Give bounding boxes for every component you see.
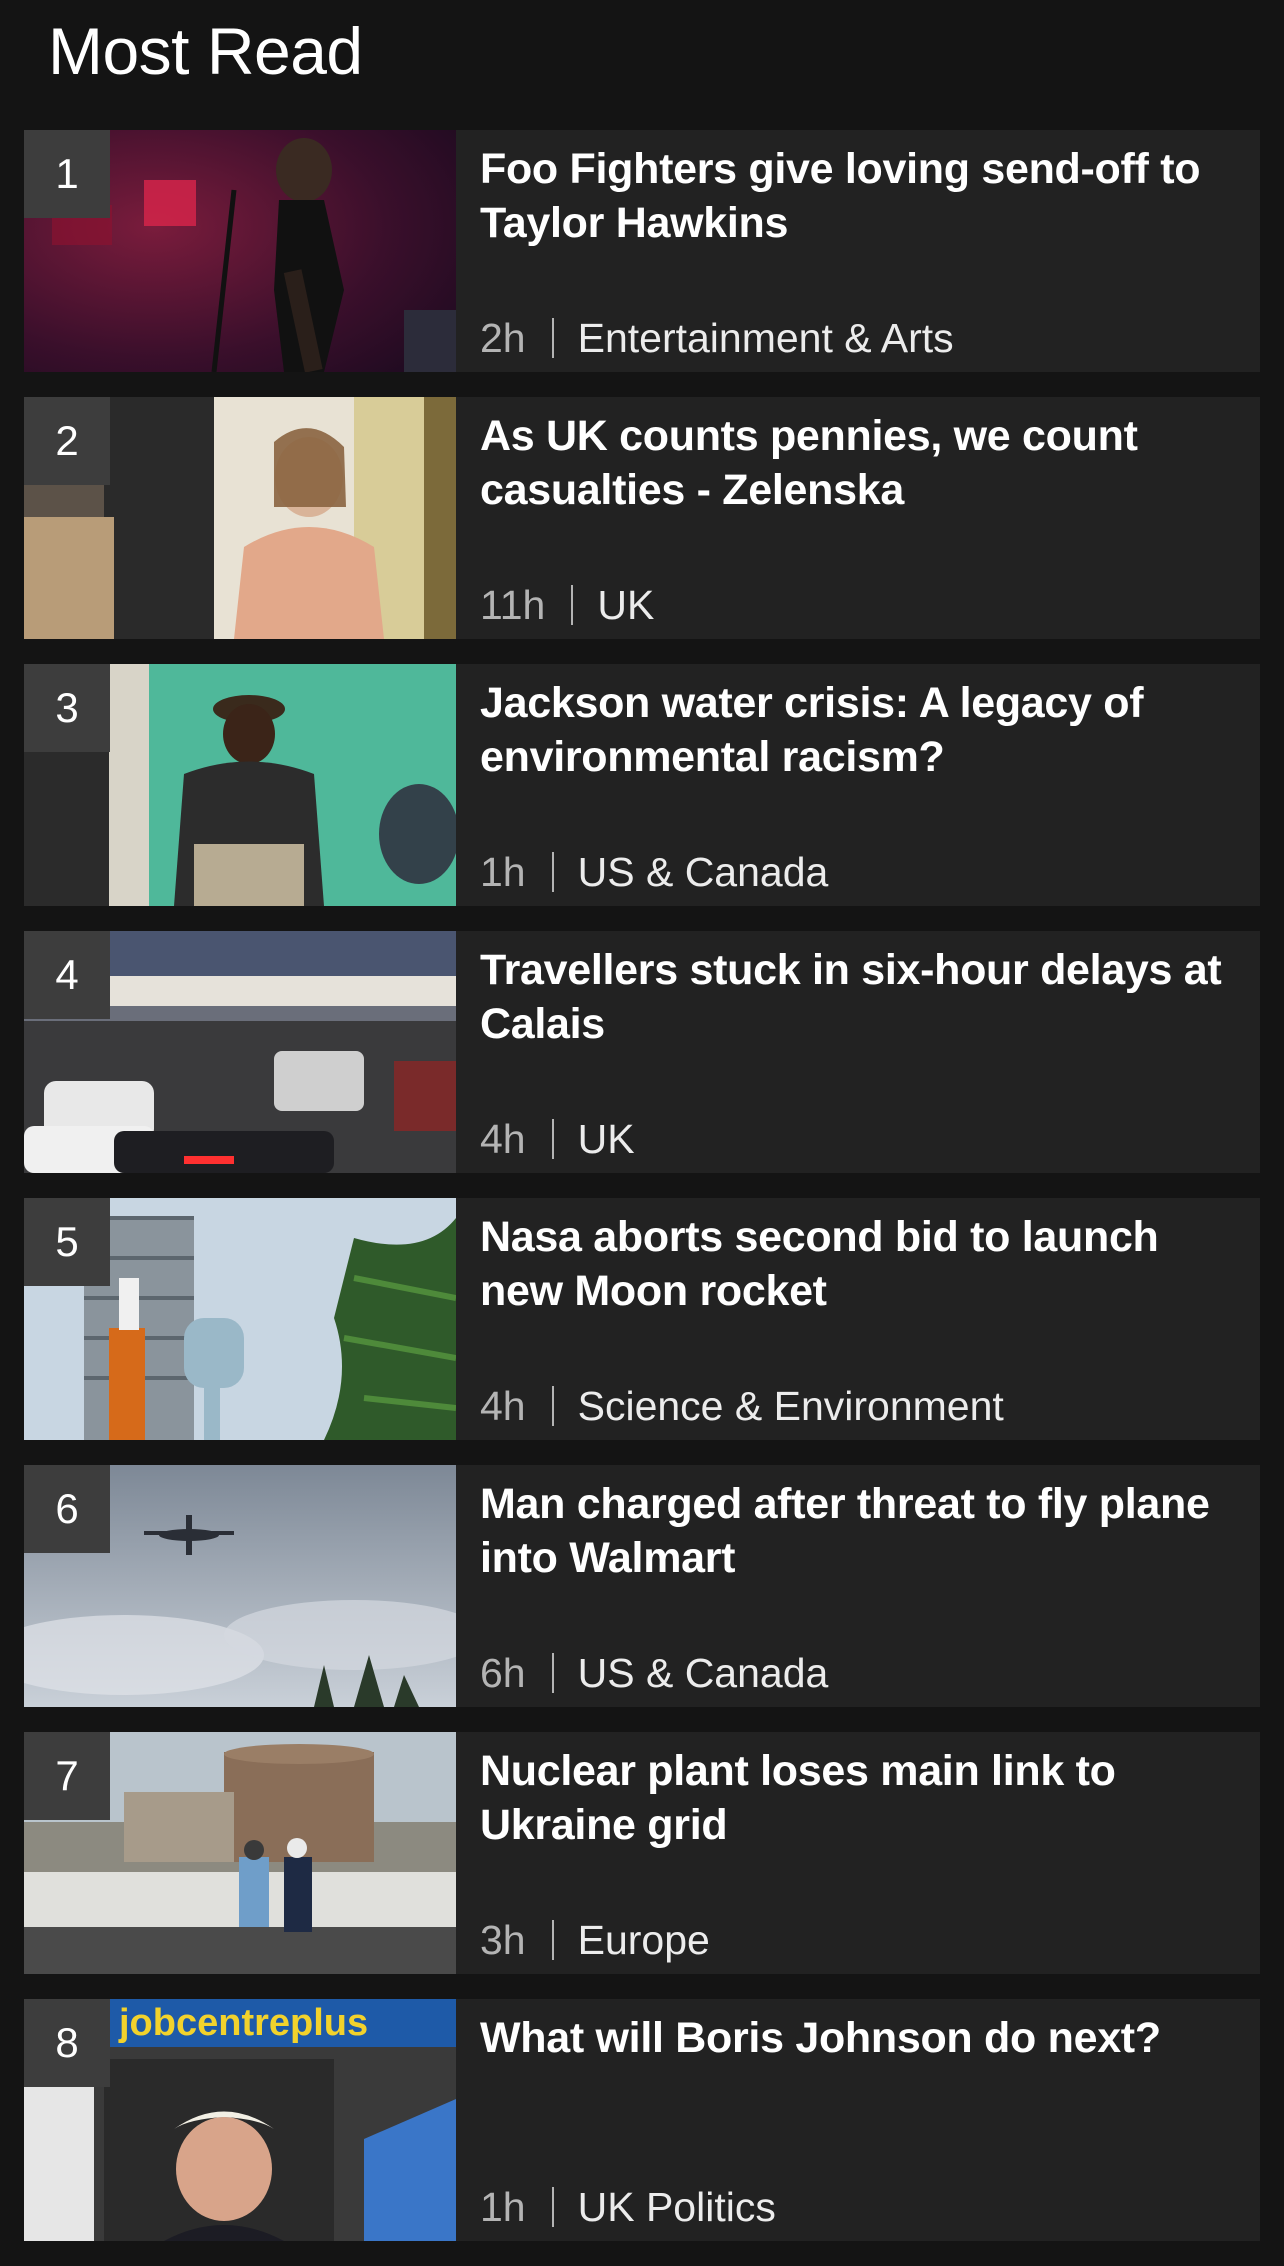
section-link[interactable]: Entertainment & Arts [578,315,954,361]
meta-divider [551,318,554,358]
article-headline[interactable]: Nuclear plant loses main link to Ukraine… [480,1744,1250,1852]
timestamp: 11h [480,582,546,628]
article-meta: 4h UK [480,1115,635,1163]
section-link[interactable]: Europe [578,1917,710,1963]
list-item[interactable]: 7 Nuclear plant loses main link to Ukrai… [24,1732,1260,1974]
meta-divider [551,1119,554,1159]
article-meta: 4h Science & Environment [480,1382,1004,1430]
article-thumbnail[interactable]: jobcentreplus 8 [24,1999,456,2241]
meta-divider [551,1386,554,1426]
rank-badge: 4 [24,931,110,1019]
section-link[interactable]: Science & Environment [578,1383,1004,1429]
list-item[interactable]: 5 Nasa aborts second bid to launch new M… [24,1198,1260,1440]
meta-divider [551,1920,554,1960]
section-link[interactable]: US & Canada [578,1650,829,1696]
article-headline[interactable]: Jackson water crisis: A legacy of enviro… [480,676,1250,784]
section-link[interactable]: UK Politics [578,2184,776,2230]
page-title: Most Read [48,14,363,88]
meta-divider [551,1653,554,1693]
article-thumbnail[interactable]: 1 [24,130,456,372]
timestamp: 4h [480,1116,526,1162]
timestamp: 3h [480,1917,526,1963]
rank-badge: 1 [24,130,110,218]
article-headline[interactable]: Man charged after threat to fly plane in… [480,1477,1250,1585]
article-meta: 3h Europe [480,1916,710,1964]
section-link[interactable]: UK [578,1116,635,1162]
article-thumbnail[interactable]: 3 [24,664,456,906]
list-item[interactable]: 4 Travellers stuck in six-hour delays at… [24,931,1260,1173]
article-thumbnail[interactable]: 5 [24,1198,456,1440]
article-headline[interactable]: Foo Fighters give loving send-off to Tay… [480,142,1250,250]
article-meta: 1h UK Politics [480,2183,776,2231]
article-headline[interactable]: As UK counts pennies, we count casualtie… [480,409,1250,517]
article-thumbnail[interactable]: 2 [24,397,456,639]
meta-divider [571,585,574,625]
most-read-header: Most Read [0,0,1284,102]
list-item[interactable]: 3 Jackson water crisis: A legacy of envi… [24,664,1260,906]
list-item[interactable]: 2 As UK counts pennies, we count casualt… [24,397,1260,639]
timestamp: 6h [480,1650,526,1696]
article-thumbnail[interactable]: 6 [24,1465,456,1707]
article-meta: 11h UK [480,581,654,629]
rank-badge: 6 [24,1465,110,1553]
rank-badge: 8 [24,1999,110,2087]
list-item[interactable]: 1 Foo Fighters give loving send-off to T… [24,130,1260,372]
section-link[interactable]: UK [597,582,654,628]
sign-text: jobcentreplus [118,2002,368,2044]
section-link[interactable]: US & Canada [578,849,829,895]
meta-divider [551,852,554,892]
article-headline[interactable]: Travellers stuck in six-hour delays at C… [480,943,1250,1051]
meta-divider [551,2187,554,2227]
rank-badge: 5 [24,1198,110,1286]
article-meta: 2h Entertainment & Arts [480,314,954,362]
list-item[interactable]: 6 Man charged after threat to fly plane … [24,1465,1260,1707]
timestamp: 1h [480,849,526,895]
article-thumbnail[interactable]: 4 [24,931,456,1173]
article-thumbnail[interactable]: 7 [24,1732,456,1974]
article-meta: 6h US & Canada [480,1649,828,1697]
list-item[interactable]: jobcentreplus 8 What will Boris Johnson … [24,1999,1260,2241]
rank-badge: 3 [24,664,110,752]
article-meta: 1h US & Canada [480,848,828,896]
rank-badge: 7 [24,1732,110,1820]
timestamp: 4h [480,1383,526,1429]
article-headline[interactable]: Nasa aborts second bid to launch new Moo… [480,1210,1250,1318]
article-headline[interactable]: What will Boris Johnson do next? [480,2011,1250,2065]
timestamp: 2h [480,315,526,361]
rank-badge: 2 [24,397,110,485]
most-read-list: 1 Foo Fighters give loving send-off to T… [24,130,1260,2266]
timestamp: 1h [480,2184,526,2230]
